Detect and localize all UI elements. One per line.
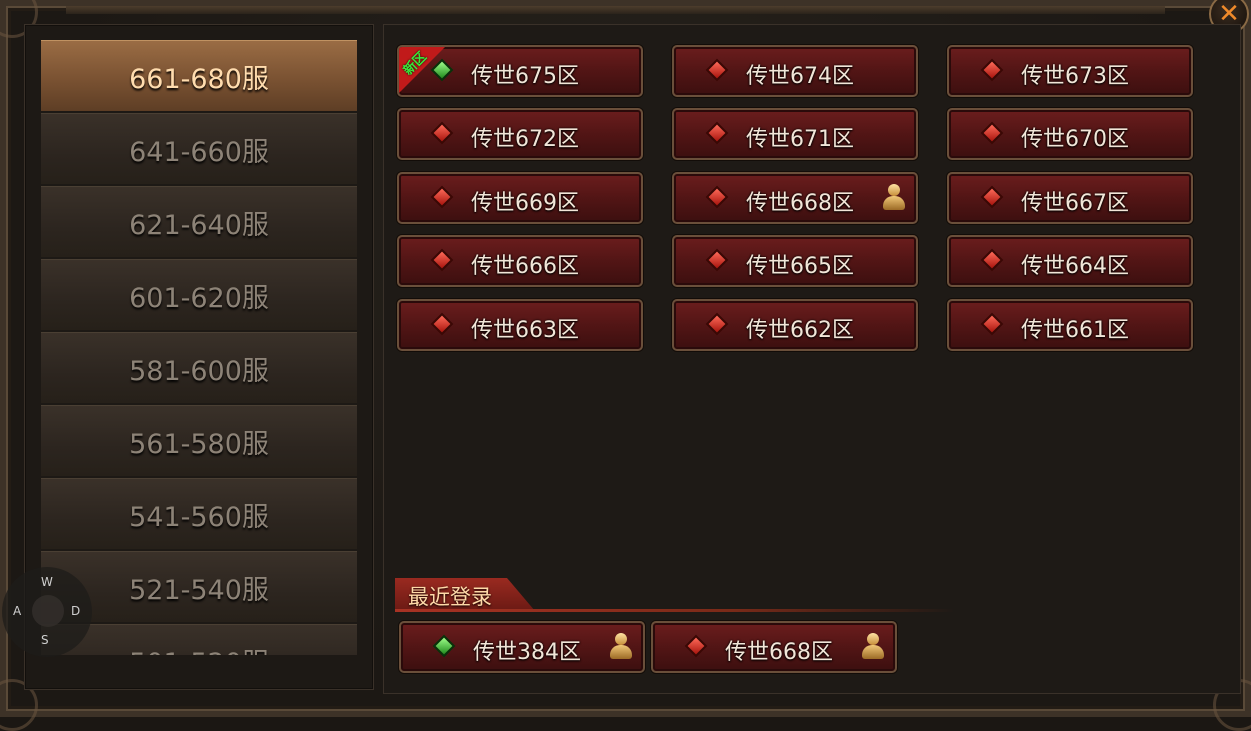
status-green-icon [432, 634, 456, 658]
server-button[interactable]: 传世668区 [672, 172, 918, 224]
server-button[interactable]: 传世670区 [947, 108, 1193, 160]
status-red-icon [430, 248, 454, 272]
server-name: 传世668区 [725, 640, 833, 665]
status-red-icon [430, 121, 454, 145]
server-range-tab[interactable]: 661-680服 [41, 40, 357, 111]
status-red-icon [980, 185, 1004, 209]
character-icon [882, 184, 906, 212]
server-name: 传世665区 [746, 254, 854, 279]
server-name: 传世668区 [746, 191, 854, 216]
server-button[interactable]: 传世384区 [399, 621, 645, 673]
status-red-icon [980, 248, 1004, 272]
status-red-icon [430, 185, 454, 209]
status-red-icon [684, 634, 708, 658]
server-button[interactable]: 传世663区 [397, 299, 643, 351]
joystick-key-d: D [71, 604, 81, 618]
server-button[interactable]: 传世665区 [672, 235, 918, 287]
status-red-icon [705, 312, 729, 336]
character-icon [861, 633, 885, 661]
frame-top-ornament [66, 6, 1165, 14]
server-button[interactable]: 传世662区 [672, 299, 918, 351]
server-button[interactable]: 传世669区 [397, 172, 643, 224]
server-range-tab[interactable]: 581-600服 [41, 332, 357, 403]
status-red-icon [430, 312, 454, 336]
status-red-icon [980, 312, 1004, 336]
status-red-icon [705, 58, 729, 82]
status-red-icon [705, 248, 729, 272]
server-name: 传世664区 [1021, 254, 1129, 279]
server-range-list[interactable]: 661-680服 641-660服 621-640服 601-620服 581-600服… [41, 40, 357, 655]
status-red-icon [980, 121, 1004, 145]
joystick-key-s: S [41, 633, 49, 647]
server-name: 传世666区 [471, 254, 579, 279]
server-name: 传世671区 [746, 127, 854, 152]
server-button[interactable]: 传世661区 [947, 299, 1193, 351]
server-button[interactable]: 传世671区 [672, 108, 918, 160]
server-range-tab[interactable]: 561-580服 [41, 405, 357, 476]
server-name: 传世675区 [471, 64, 579, 89]
server-name: 传世669区 [471, 191, 579, 216]
server-name: 传世662区 [746, 318, 854, 343]
server-button[interactable]: 传世675区 新区 [397, 45, 643, 97]
server-name: 传世384区 [473, 640, 581, 665]
server-name: 传世672区 [471, 127, 579, 152]
server-name: 传世673区 [1021, 64, 1129, 89]
server-button[interactable]: 传世668区 [651, 621, 897, 673]
server-name: 传世670区 [1021, 127, 1129, 152]
virtual-joystick[interactable]: W A D S [2, 567, 92, 657]
server-button[interactable]: 传世666区 [397, 235, 643, 287]
server-button[interactable]: 传世667区 [947, 172, 1193, 224]
server-button[interactable]: 传世672区 [397, 108, 643, 160]
joystick-knob[interactable] [32, 595, 64, 627]
status-red-icon [980, 58, 1004, 82]
status-red-icon [705, 185, 729, 209]
server-name: 传世667区 [1021, 191, 1129, 216]
status-red-icon [705, 121, 729, 145]
server-button[interactable]: 传世674区 [672, 45, 918, 97]
server-button[interactable]: 传世673区 [947, 45, 1193, 97]
server-name: 传世661区 [1021, 318, 1129, 343]
character-icon [609, 633, 633, 661]
server-range-tab[interactable]: 621-640服 [41, 186, 357, 257]
recent-login-divider [395, 609, 955, 612]
server-name: 传世663区 [471, 318, 579, 343]
server-range-tab[interactable]: 641-660服 [41, 113, 357, 184]
joystick-key-a: A [13, 604, 22, 618]
joystick-key-w: W [41, 575, 53, 589]
server-button[interactable]: 传世664区 [947, 235, 1193, 287]
server-name: 传世674区 [746, 64, 854, 89]
server-range-tab[interactable]: 601-620服 [41, 259, 357, 330]
server-range-tab[interactable]: 541-560服 [41, 478, 357, 549]
